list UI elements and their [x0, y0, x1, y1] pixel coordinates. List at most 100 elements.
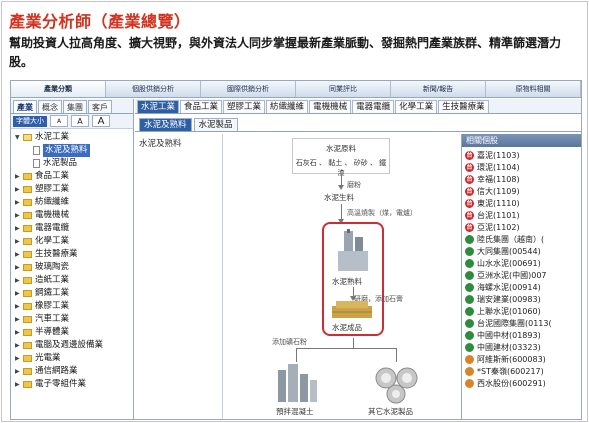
industry-tab-food[interactable]: 食品工業	[180, 100, 223, 113]
chevron-right-icon[interactable]: ▶	[15, 313, 23, 326]
folder-icon	[23, 264, 32, 271]
industry-tab-cement[interactable]: 水泥工業	[137, 100, 180, 113]
folder-icon	[23, 368, 32, 375]
left-panel: 產業 概念 集團 客戶 字體大小 A A A ▼ 水泥工業 水泥及熟料 水泥製品	[11, 99, 134, 419]
taiwan-market-icon: 台	[465, 222, 474, 232]
chevron-right-icon[interactable]: ▶	[15, 222, 23, 235]
raw-materials-title: 水泥原料	[326, 144, 356, 153]
tree-node-cement-clinker[interactable]: 水泥及熟料	[15, 144, 133, 157]
chevron-right-icon[interactable]: ▶	[15, 196, 23, 209]
chevron-right-icon[interactable]: ▶	[15, 274, 23, 287]
sub-category-tabs: 水泥及熟料 水泥製品	[135, 116, 581, 132]
stock-item[interactable]: 台幸福(1108)	[465, 173, 581, 185]
stock-item[interactable]: 亞洲水泥(中國)007	[465, 269, 581, 281]
tree-node-glass-ceramics[interactable]: ▶ 玻璃陶瓷	[15, 261, 133, 274]
list-item[interactable]: 水泥及熟料	[139, 137, 218, 149]
tree-node-chemicals[interactable]: ▶ 化學工業	[15, 235, 133, 248]
chevron-right-icon[interactable]: ▶	[15, 248, 23, 261]
tree-node-plastics[interactable]: ▶ 塑膠工業	[15, 183, 133, 196]
step-grinding-label: 磨粉	[347, 181, 361, 189]
folder-icon	[23, 251, 32, 258]
chevron-right-icon[interactable]: ▶	[15, 183, 23, 196]
chevron-right-icon[interactable]: ▶	[15, 170, 23, 183]
font-large-button[interactable]: A	[92, 115, 110, 127]
tree-node-computer-peripherals[interactable]: ▶ 電腦及週邊設備業	[15, 339, 133, 352]
tree-node-networking[interactable]: ▶ 通信網路業	[15, 365, 133, 378]
tree-node-rubber[interactable]: ▶ 橡膠工業	[15, 300, 133, 313]
stock-item[interactable]: 台嘉泥(1103)	[465, 149, 581, 161]
stock-item[interactable]: 西水股份(600291)	[465, 377, 581, 389]
tree-node-cement[interactable]: ▼ 水泥工業	[15, 131, 133, 144]
connector-line	[353, 338, 354, 348]
chevron-right-icon[interactable]: ▶	[15, 365, 23, 378]
stock-item[interactable]: *ST秦嶺(600217)	[465, 365, 581, 377]
tree-node-cement-products[interactable]: 水泥製品	[15, 157, 133, 170]
tab-group[interactable]: 集團	[63, 100, 87, 113]
stock-item[interactable]: 海螺水泥(00914)	[465, 281, 581, 293]
arrow-down-icon	[338, 185, 344, 190]
chevron-right-icon[interactable]: ▶	[15, 209, 23, 222]
tree-node-steel[interactable]: ▶ 鋼鐵工業	[15, 287, 133, 300]
nav-industry-category[interactable]: 產業分類	[11, 81, 106, 97]
stock-item[interactable]: 台亞泥(1102)	[465, 221, 581, 233]
sub-tab-cement-products[interactable]: 水泥製品	[193, 118, 238, 131]
nav-international-supply-analysis[interactable]: 國際供銷分析	[201, 81, 296, 97]
stock-item[interactable]: 山水水泥(00691)	[465, 257, 581, 269]
stock-item[interactable]: 上聯水泥(01060)	[465, 305, 581, 317]
industry-tab-plastics[interactable]: 塑膠工業	[223, 100, 266, 113]
chevron-down-icon[interactable]: ▼	[15, 131, 23, 144]
nav-news-reports[interactable]: 新聞/報告	[391, 81, 486, 97]
tree-node-biotech[interactable]: ▶ 生技醫療業	[15, 248, 133, 261]
stock-item[interactable]: 瑞安建業(00983)	[465, 293, 581, 305]
tree-node-semiconductor[interactable]: ▶ 半導體業	[15, 326, 133, 339]
stock-item[interactable]: 台環泥(1104)	[465, 161, 581, 173]
industry-tab-electrical-machinery[interactable]: 電機機械	[309, 100, 352, 113]
tab-industry[interactable]: 產業	[13, 100, 37, 113]
chevron-right-icon[interactable]: ▶	[15, 235, 23, 248]
font-medium-button[interactable]: A	[71, 115, 89, 127]
other-products-label: 其它水泥製品	[368, 407, 413, 416]
industry-tab-chemicals[interactable]: 化學工業	[395, 100, 438, 113]
top-nav: 產業分類 個股供銷分析 國際供銷分析 同業評比 新聞/報告 原物料相關	[11, 81, 581, 98]
industry-tabs: 水泥工業 食品工業 塑膠工業 紡織纖維 電機機械 電器電纜 化學工業 生技醫療業	[135, 99, 581, 114]
stock-item[interactable]: 中國中材(01893)	[465, 329, 581, 341]
industry-tab-electrical-cables[interactable]: 電器電纜	[352, 100, 395, 113]
chevron-right-icon[interactable]: ▶	[15, 261, 23, 274]
stock-item[interactable]: 陸氏集團（越南）(	[465, 233, 581, 245]
stock-item[interactable]: 台泥國際集團(0113(	[465, 317, 581, 329]
nav-raw-materials[interactable]: 原物料相關	[486, 81, 581, 97]
tree-node-paper[interactable]: ▶ 造紙工業	[15, 274, 133, 287]
stock-item[interactable]: 大同集團(00544)	[465, 245, 581, 257]
tab-concept[interactable]: 概念	[38, 100, 62, 113]
tab-customer[interactable]: 客戶	[88, 100, 112, 113]
chevron-right-icon[interactable]: ▶	[15, 287, 23, 300]
stock-item[interactable]: 台信大(1109)	[465, 185, 581, 197]
tree-node-label: 橡膠工業	[35, 301, 70, 311]
raw-materials-box[interactable]: 水泥原料 石灰石 、 黏土 、 矽砂 、 鐵渣	[292, 138, 390, 177]
stock-label: *ST秦嶺(600217)	[477, 366, 544, 376]
tree-node-label: 水泥製品	[43, 158, 78, 168]
chevron-right-icon[interactable]: ▶	[15, 378, 23, 391]
stock-item[interactable]: 台東泥(1110)	[465, 197, 581, 209]
nav-stock-supply-analysis[interactable]: 個股供銷分析	[106, 81, 201, 97]
chevron-right-icon[interactable]: ▶	[15, 339, 23, 352]
nav-peer-comparison[interactable]: 同業評比	[296, 81, 391, 97]
stock-item[interactable]: 中國建材(03323)	[465, 341, 581, 353]
stock-item[interactable]: 阿維斯新(600083)	[465, 353, 581, 365]
tree-node-electrical-cables[interactable]: ▶ 電器電纜	[15, 222, 133, 235]
tree-node-automotive[interactable]: ▶ 汽車工業	[15, 313, 133, 326]
sub-tab-cement-clinker[interactable]: 水泥及熟料	[139, 118, 192, 131]
font-small-button[interactable]: A	[50, 115, 68, 127]
industry-tab-biotech[interactable]: 生技醫療業	[438, 100, 489, 113]
tree-node-electrical-machinery[interactable]: ▶ 電機機械	[15, 209, 133, 222]
industry-tab-textiles[interactable]: 紡織纖維	[266, 100, 309, 113]
document-icon	[33, 159, 40, 168]
stock-item[interactable]: 台台泥(1101)	[465, 209, 581, 221]
chevron-right-icon[interactable]: ▶	[15, 300, 23, 313]
tree-node-electronic-components[interactable]: ▶ 電子零組件業	[15, 378, 133, 391]
tree-node-optoelectronics[interactable]: ▶ 光電業	[15, 352, 133, 365]
chevron-right-icon[interactable]: ▶	[15, 352, 23, 365]
chevron-right-icon[interactable]: ▶	[15, 326, 23, 339]
tree-node-food[interactable]: ▶ 食品工業	[15, 170, 133, 183]
tree-node-textiles[interactable]: ▶ 紡織纖維	[15, 196, 133, 209]
